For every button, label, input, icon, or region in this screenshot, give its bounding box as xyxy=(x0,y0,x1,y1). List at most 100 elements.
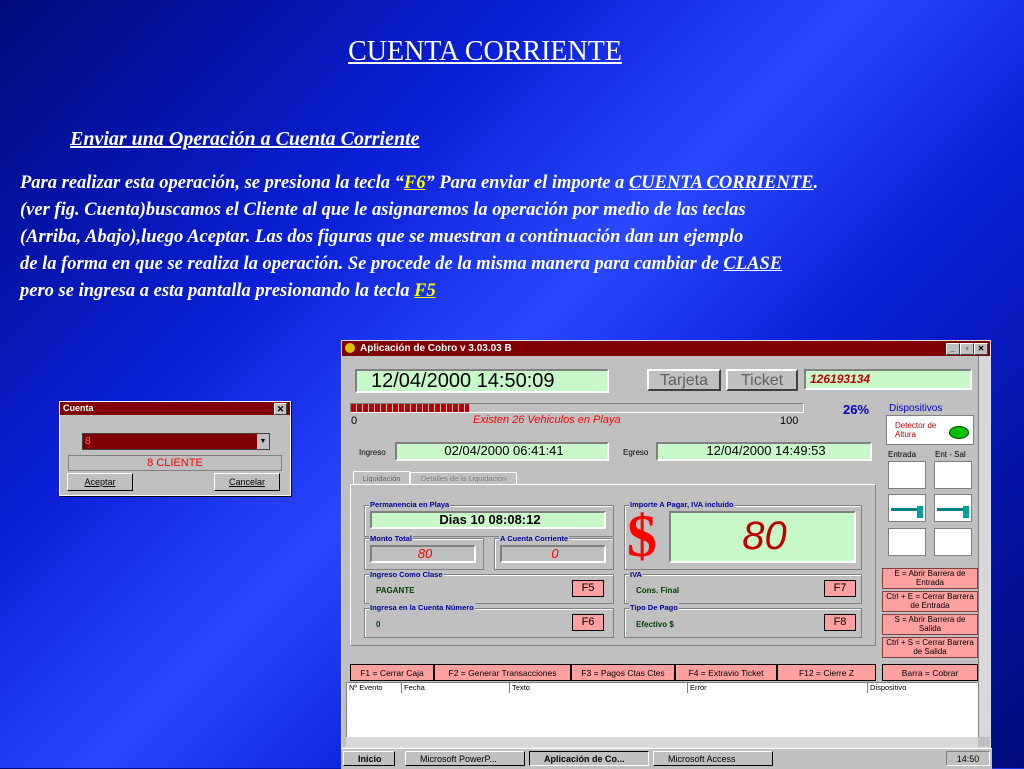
col-fecha[interactable]: Fecha xyxy=(402,683,510,693)
progress-max: 100 xyxy=(780,415,799,427)
f5-key-text: F5 xyxy=(414,281,436,301)
f4-extravio-button[interactable]: F4 = Extravio Ticket xyxy=(675,664,777,681)
cuenta-corriente-link[interactable]: CUENTA CORRIENTE xyxy=(629,173,814,193)
f6-key-button[interactable]: F6 xyxy=(572,614,604,631)
text: pero se ingresa a esta pantalla presiona… xyxy=(20,281,415,301)
close-icon[interactable]: ✕ xyxy=(274,403,287,415)
ent-sal-label: Ent - Sal xyxy=(935,450,966,459)
pago-label: Tipo De Pago xyxy=(629,603,679,612)
f1-cerrar-caja-button[interactable]: F1 = Cerrar Caja xyxy=(350,664,434,681)
cerrar-entrada-button[interactable]: Ctrl + E = Cerrar Barrera de Entrada xyxy=(882,591,978,612)
cuenta-numero-label: Ingresa en la Cuenta Número xyxy=(369,603,475,612)
progress-fill xyxy=(351,404,469,412)
iva-label: IVA xyxy=(629,570,643,579)
progress-percent: 26% xyxy=(843,402,870,417)
currency-sign: $ xyxy=(627,503,657,569)
col-texto[interactable]: Texto xyxy=(510,683,688,693)
start-button[interactable]: Inicio xyxy=(343,751,395,766)
egreso-label: Egreso xyxy=(623,448,649,457)
dispositivos-label: Dispositivos xyxy=(889,403,943,414)
horizontal-scrollbar[interactable] xyxy=(346,737,978,747)
abrir-entrada-button[interactable]: E = Abrir Barrera de Entrada xyxy=(882,568,978,589)
device-slot xyxy=(934,461,972,489)
f7-key-button[interactable]: F7 xyxy=(824,580,856,597)
detector-box: Detector de Altura xyxy=(886,415,974,445)
app-icon xyxy=(345,343,355,353)
minimize-icon[interactable]: _ xyxy=(946,343,960,355)
task-access[interactable]: Microsoft Access xyxy=(653,751,773,766)
col-error[interactable]: Error xyxy=(688,683,868,693)
barra-cobrar-button[interactable]: Barra = Cobrar xyxy=(882,664,978,681)
vehicles-message: Existen 26 Vehiculos en Playa xyxy=(473,414,621,426)
clock: 14:50 xyxy=(946,751,990,766)
importe-value: 80 xyxy=(669,511,856,563)
progress-min: 0 xyxy=(351,415,358,427)
egreso-value: 12/04/2000 14:49:53 xyxy=(656,442,872,461)
para-line-4: de la forma en que se realiza la operaci… xyxy=(20,251,1020,278)
col-dispositivo[interactable]: Dispositivo xyxy=(868,683,976,693)
maximize-icon[interactable]: ▫ xyxy=(960,343,974,355)
ingreso-value: 02/04/2000 06:41:41 xyxy=(395,442,609,461)
app-titlebar: Aplicación de Cobro v 3.03.03 B _ ▫ ✕ xyxy=(342,341,990,356)
acuenta-label: A Cuenta Corriente xyxy=(499,534,570,543)
device-slot xyxy=(934,528,972,556)
cuenta-dialog-titlebar: Cuenta ✕ xyxy=(60,402,290,415)
col-evento[interactable]: Nº Evento xyxy=(347,683,402,693)
datetime-display: 12/04/2000 14:50:09 xyxy=(355,369,609,393)
detector-label: Detector de Altura xyxy=(895,421,937,439)
chevron-down-icon[interactable]: ▼ xyxy=(257,434,269,449)
task-powerpoint[interactable]: Microsoft PowerP... xyxy=(405,751,525,766)
iva-value: Cons. Final xyxy=(636,586,680,595)
f2-generar-button[interactable]: F2 = Generar Transacciones xyxy=(434,664,571,681)
cuenta-dialog-title: Cuenta xyxy=(63,403,94,413)
task-aplicacion[interactable]: Aplicación de Co... xyxy=(529,751,649,766)
aceptar-button[interactable]: Aceptar xyxy=(67,473,133,491)
cancelar-button[interactable]: Cancelar xyxy=(214,473,280,491)
vertical-scrollbar[interactable] xyxy=(978,356,990,737)
barrier-arm-icon xyxy=(891,508,919,511)
ingreso-label: Ingreso xyxy=(359,448,386,457)
barrier-post-icon xyxy=(917,506,923,518)
f8-key-button[interactable]: F8 xyxy=(824,614,856,631)
app-window: Aplicación de Cobro v 3.03.03 B _ ▫ ✕ 12… xyxy=(341,340,991,748)
para-line-3: (Arriba, Abajo),luego Aceptar. Las dos f… xyxy=(20,227,744,247)
entrada-label: Entrada xyxy=(888,450,917,459)
slide-subtitle: Enviar una Operación a Cuenta Corriente xyxy=(70,128,420,150)
f12-cierre-button[interactable]: F12 = Cierre Z xyxy=(777,664,876,681)
device-slot xyxy=(888,461,926,489)
slide-paragraph: Para realizar esta operación, se presion… xyxy=(20,170,1020,305)
cerrar-salida-button[interactable]: Ctrl + S = Cerrar Barrera de Salida xyxy=(882,637,978,658)
ticket-number-input[interactable]: 126193134 xyxy=(804,369,972,390)
text: . xyxy=(813,173,819,193)
f3-pagos-button[interactable]: F3 = Pagos Ctas Ctes xyxy=(571,664,675,681)
taskbar: Inicio Microsoft PowerP... Aplicación de… xyxy=(341,748,992,769)
text: ” Para enviar el importe a xyxy=(425,173,629,193)
close-icon[interactable]: ✕ xyxy=(974,343,988,355)
cuenta-combo[interactable]: 8 ▼ xyxy=(82,433,270,450)
f5-key-button[interactable]: F5 xyxy=(572,580,604,597)
app-title: Aplicación de Cobro v 3.03.03 B xyxy=(360,343,512,354)
barrier-salida xyxy=(934,494,972,522)
clase-link[interactable]: CLASE xyxy=(723,254,782,274)
clase-label: Ingreso Como Clase xyxy=(369,570,444,579)
cuenta-combo-value: 8 xyxy=(85,436,91,447)
text: de la forma en que se realiza la operaci… xyxy=(20,254,724,274)
pago-value: Efectivo $ xyxy=(636,620,674,629)
barrier-arm-icon xyxy=(937,508,965,511)
para-line-5: pero se ingresa a esta pantalla presiona… xyxy=(20,278,1020,305)
barrier-entrada xyxy=(888,494,926,522)
cuenta-numero-value: 0 xyxy=(376,620,381,629)
tab-liquidacion[interactable]: Liquidación xyxy=(353,471,410,485)
selected-client: 8 CLIENTE xyxy=(68,455,282,471)
clase-value: PAGANTE xyxy=(376,586,415,595)
tarjeta-button[interactable]: Tarjeta xyxy=(647,369,721,391)
device-slot xyxy=(888,528,926,556)
abrir-salida-button[interactable]: S = Abrir Barrera de Salida xyxy=(882,614,978,635)
cuenta-dialog: Cuenta ✕ 8 ▼ 8 CLIENTE Aceptar Cancelar xyxy=(59,401,291,496)
monto-label: Monto Total xyxy=(369,534,413,543)
text: Para realizar esta operación, se presion… xyxy=(20,173,404,193)
detector-indicator xyxy=(949,426,969,439)
ticket-button[interactable]: Ticket xyxy=(726,369,798,391)
permanencia-value: Dias 10 08:08:12 xyxy=(370,511,606,529)
acuenta-value: 0 xyxy=(500,545,606,563)
